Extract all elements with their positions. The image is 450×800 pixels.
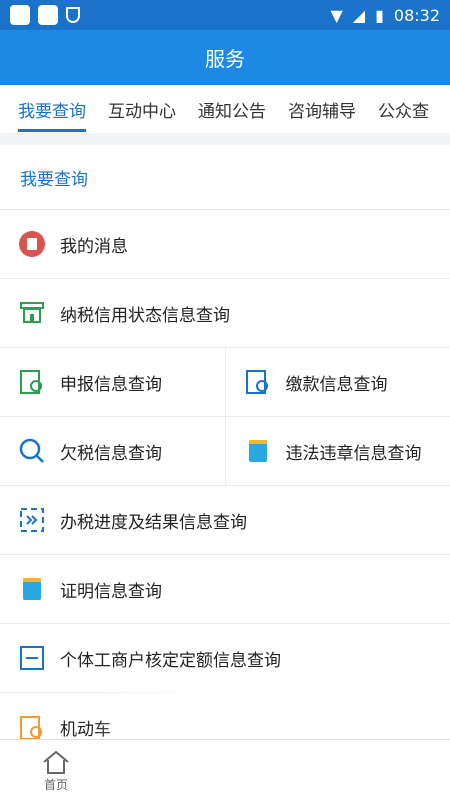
progress-icon bbox=[18, 506, 46, 534]
payment-icon bbox=[244, 368, 272, 396]
fixed-quota-icon bbox=[18, 644, 46, 672]
section-title: 我要查询 bbox=[0, 145, 450, 210]
message-icon bbox=[18, 230, 46, 258]
tab-notice[interactable]: 通知公告 bbox=[198, 89, 266, 130]
signal-icon: ◢ bbox=[352, 5, 366, 25]
item-violation[interactable]: 违法违章信息查询 bbox=[224, 417, 450, 485]
yuan-card-icon bbox=[244, 437, 272, 465]
home-icon bbox=[43, 750, 69, 774]
status-bar: ▼ ◢ ▮ 08:32 bbox=[0, 0, 450, 30]
bottom-nav: 首页 bbox=[0, 739, 450, 800]
battery-icon: ▮ bbox=[375, 5, 384, 25]
page-title: 服务 bbox=[0, 30, 450, 85]
item-row-arrears-violation: 欠税信息查询 违法违章信息查询 bbox=[0, 417, 450, 486]
item-progress[interactable]: 办税进度及结果信息查询 bbox=[0, 486, 450, 555]
yuan-card-icon bbox=[18, 575, 46, 603]
item-certificate[interactable]: 证明信息查询 bbox=[0, 555, 450, 624]
document-search-icon bbox=[18, 368, 46, 396]
item-credit[interactable]: 纳税信用状态信息查询 bbox=[0, 279, 450, 348]
vehicle-document-icon bbox=[18, 714, 46, 742]
nav-home[interactable]: 首页 bbox=[16, 740, 96, 800]
item-payment[interactable]: 缴款信息查询 bbox=[224, 348, 450, 416]
item-row-declare-payment: 申报信息查询 缴款信息查询 bbox=[0, 348, 450, 417]
status-time: 08:32 bbox=[393, 5, 440, 25]
notification-icon bbox=[38, 5, 58, 25]
tab-interaction[interactable]: 互动中心 bbox=[108, 89, 176, 130]
tab-consult[interactable]: 咨询辅导 bbox=[288, 89, 356, 130]
shield-icon bbox=[66, 7, 80, 23]
item-messages[interactable]: 我的消息 bbox=[0, 210, 450, 279]
item-declare[interactable]: 申报信息查询 bbox=[0, 348, 225, 416]
notification-icon bbox=[10, 5, 30, 25]
tab-bar: 我要查询 互动中心 通知公告 咨询辅导 公众查 bbox=[0, 85, 450, 133]
search-icon bbox=[18, 437, 46, 465]
tab-public[interactable]: 公众查 bbox=[378, 89, 429, 130]
item-arrears[interactable]: 欠税信息查询 bbox=[0, 417, 225, 485]
wifi-icon: ▼ bbox=[330, 5, 343, 25]
building-icon bbox=[18, 299, 46, 327]
tab-query[interactable]: 我要查询 bbox=[18, 89, 86, 132]
